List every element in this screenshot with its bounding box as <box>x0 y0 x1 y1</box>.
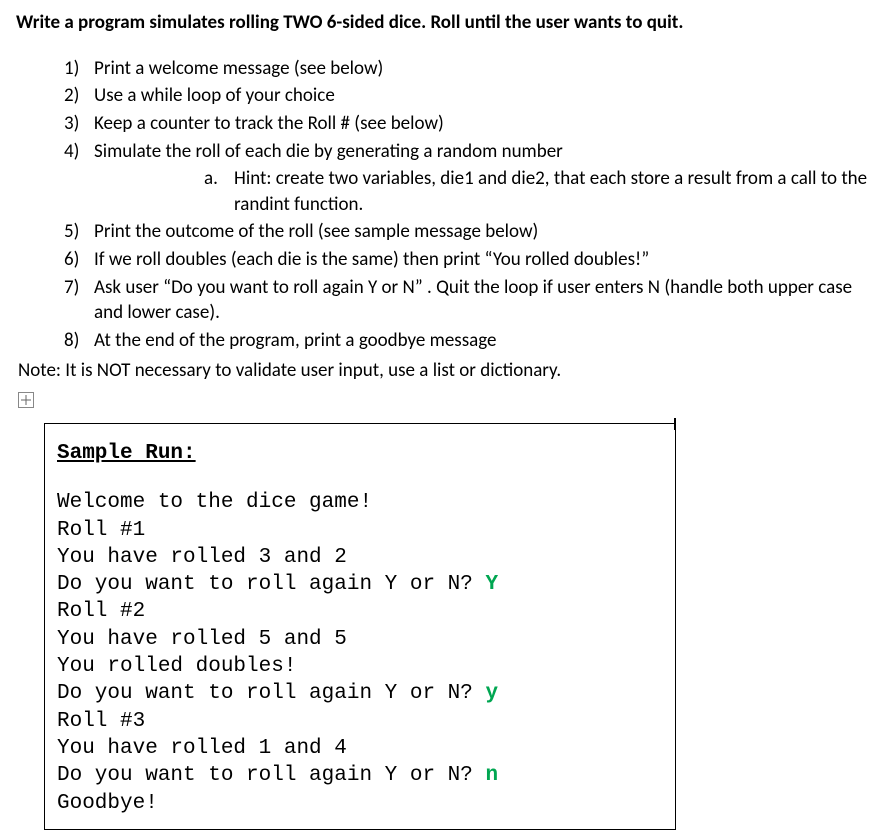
item-text: Keep a counter to track the Roll # (see … <box>94 112 444 135</box>
output-line: You have rolled 3 and 2 <box>57 544 663 571</box>
list-item: 1) Print a welcome message (see below) <box>64 56 876 82</box>
list-item: 6) If we roll doubles (each die is the s… <box>64 247 876 273</box>
move-handle-icon[interactable] <box>18 392 34 408</box>
sub-item-number: a. <box>204 166 218 192</box>
item-text: If we roll doubles (each die is the same… <box>94 248 649 271</box>
item-text: Use a while loop of your choice <box>94 84 335 107</box>
user-input: y <box>485 682 498 705</box>
output-line: Goodbye! <box>57 790 663 817</box>
list-item: 2) Use a while loop of your choice <box>64 83 876 109</box>
item-number: 1) <box>64 56 79 82</box>
list-item: 3) Keep a counter to track the Roll # (s… <box>64 111 876 137</box>
sub-item-text: Hint: create two variables, die1 and die… <box>234 167 867 216</box>
output-line: Roll #1 <box>57 517 663 544</box>
user-input: n <box>485 764 498 787</box>
note-text: Note: It is NOT necessary to validate us… <box>18 358 876 384</box>
item-number: 4) <box>64 139 79 165</box>
item-text: Print the outcome of the roll (see sampl… <box>94 220 538 243</box>
item-number: 8) <box>64 328 79 354</box>
assignment-title: Write a program simulates rolling TWO 6-… <box>16 10 876 36</box>
user-input: Y <box>485 573 498 596</box>
list-item: 4) Simulate the roll of each die by gene… <box>64 139 876 218</box>
item-number: 2) <box>64 83 79 109</box>
sub-requirements-list: a. Hint: create two variables, die1 and … <box>94 166 876 217</box>
output-line: Do you want to roll again Y or N? Y <box>57 571 663 598</box>
output-line: Do you want to roll again Y or N? n <box>57 762 663 789</box>
output-line: Do you want to roll again Y or N? y <box>57 680 663 707</box>
list-item: 8) At the end of the program, print a go… <box>64 328 876 354</box>
sample-output: Welcome to the dice game! Roll #1 You ha… <box>57 489 663 817</box>
list-item: 7) Ask user “Do you want to roll again Y… <box>64 275 876 326</box>
output-line: Roll #2 <box>57 598 663 625</box>
item-number: 3) <box>64 111 79 137</box>
item-text: Simulate the roll of each die by generat… <box>94 140 563 163</box>
output-line: You have rolled 5 and 5 <box>57 626 663 653</box>
output-line: Welcome to the dice game! <box>57 489 663 516</box>
sample-run-box: Sample Run: Welcome to the dice game! Ro… <box>44 423 676 830</box>
item-text: At the end of the program, print a goodb… <box>94 329 497 352</box>
sub-list-item: a. Hint: create two variables, die1 and … <box>204 166 876 217</box>
item-number: 5) <box>64 219 79 245</box>
output-line: You have rolled 1 and 4 <box>57 735 663 762</box>
item-number: 6) <box>64 247 79 273</box>
list-item: 5) Print the outcome of the roll (see sa… <box>64 219 876 245</box>
output-line: You rolled doubles! <box>57 653 663 680</box>
requirements-list: 1) Print a welcome message (see below) 2… <box>16 56 876 354</box>
item-text: Ask user “Do you want to roll again Y or… <box>94 276 852 325</box>
item-number: 7) <box>64 275 79 301</box>
sample-run-header: Sample Run: <box>57 440 663 467</box>
item-text: Print a welcome message (see below) <box>94 57 383 80</box>
output-line: Roll #3 <box>57 708 663 735</box>
